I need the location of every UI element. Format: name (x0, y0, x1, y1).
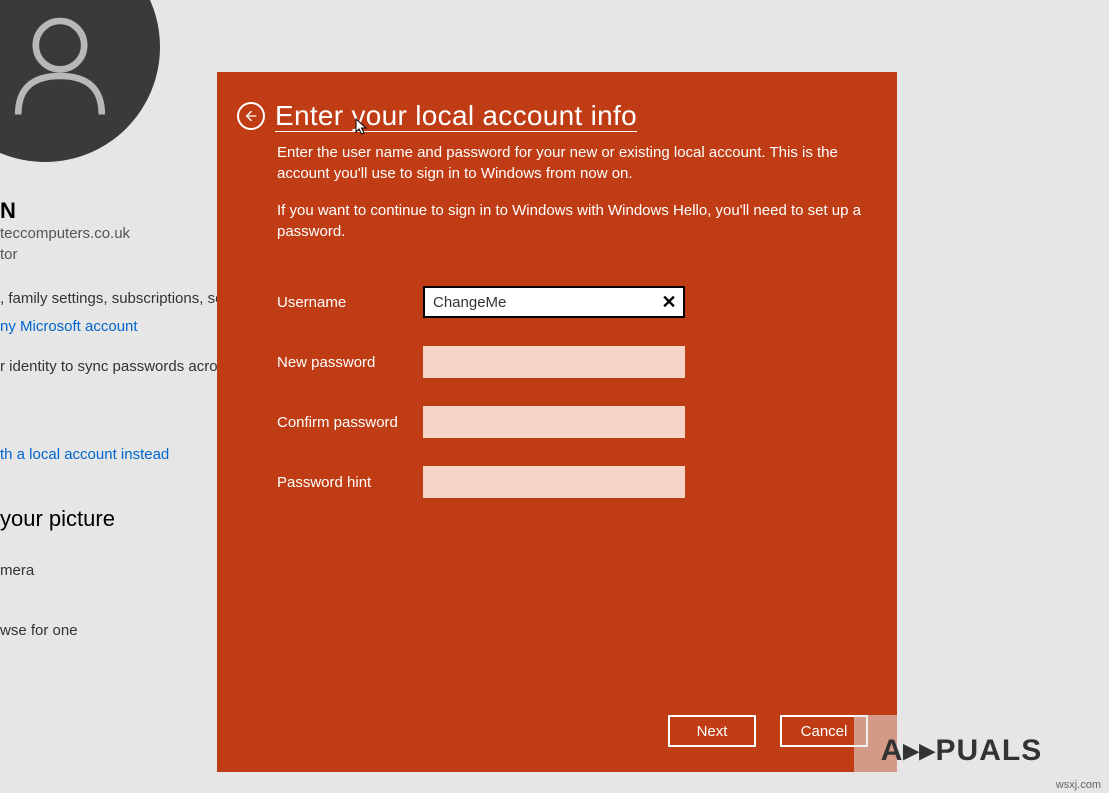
bg-identity-text: r identity to sync passwords across (0, 358, 233, 375)
new-password-input-wrapper (423, 346, 685, 378)
modal-description-1: Enter the user name and password for you… (277, 142, 867, 184)
password-hint-row: Password hint (277, 466, 867, 498)
confirm-password-input-wrapper (423, 406, 685, 438)
bg-role-partial: tor (0, 246, 18, 263)
browse-option[interactable]: wse for one (0, 622, 78, 639)
new-password-input[interactable] (423, 346, 685, 378)
close-icon: ✕ (661, 292, 676, 313)
confirm-password-label: Confirm password (277, 414, 423, 431)
user-icon (5, 10, 115, 120)
username-input[interactable] (423, 286, 685, 318)
modal-button-row: Next Cancel (668, 715, 868, 747)
local-account-modal: Enter your local account info Enter the … (217, 72, 897, 772)
modal-description-2: If you want to continue to sign in to Wi… (277, 200, 867, 242)
password-hint-label: Password hint (277, 474, 423, 491)
form-section: Username ✕ New password Confirm password… (277, 286, 867, 498)
ms-account-link[interactable]: ny Microsoft account (0, 318, 138, 335)
confirm-password-input[interactable] (423, 406, 685, 438)
picture-heading: your picture (0, 506, 115, 532)
bg-info-text: , family settings, subscriptions, sec (0, 290, 231, 307)
watermark-corner-text: wsxj.com (1056, 779, 1101, 791)
watermark-overlay: A▸▸PUALS (854, 715, 1069, 785)
new-password-label: New password (277, 354, 423, 371)
username-input-wrapper: ✕ (423, 286, 685, 318)
new-password-row: New password (277, 346, 867, 378)
back-button[interactable] (237, 102, 265, 130)
username-row: Username ✕ (277, 286, 867, 318)
clear-username-button[interactable]: ✕ (659, 292, 679, 312)
password-hint-input-wrapper (423, 466, 685, 498)
bg-username-partial: N (0, 198, 16, 224)
local-account-link[interactable]: th a local account instead (0, 446, 169, 463)
username-label: Username (277, 294, 423, 311)
modal-header: Enter your local account info (237, 100, 867, 132)
confirm-password-row: Confirm password (277, 406, 867, 438)
arrow-left-icon (243, 108, 259, 124)
avatar (0, 0, 160, 162)
modal-title: Enter your local account info (275, 100, 637, 132)
camera-option[interactable]: mera (0, 562, 34, 579)
next-button[interactable]: Next (668, 715, 756, 747)
password-hint-input[interactable] (423, 466, 685, 498)
bg-email-partial: teccomputers.co.uk (0, 225, 130, 242)
